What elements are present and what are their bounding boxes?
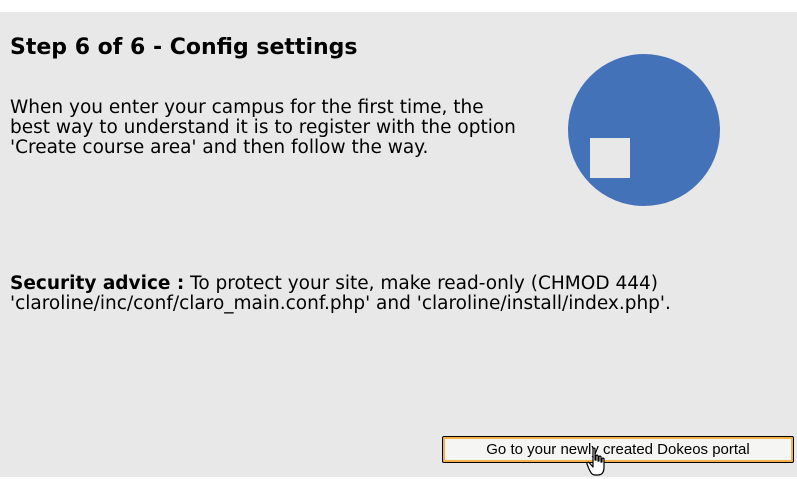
installer-panel: Step 6 of 6 - Config settings When you e…: [0, 12, 797, 477]
security-advice-label: Security advice :: [10, 273, 185, 294]
page-title: Step 6 of 6 - Config settings: [10, 35, 358, 60]
intro-text: When you enter your campus for the first…: [10, 97, 516, 158]
security-advice: Security advice : To protect your site, …: [10, 274, 785, 314]
logo-circle: [568, 54, 720, 206]
logo-square: [590, 138, 630, 178]
dokeos-logo-icon: [568, 54, 720, 206]
go-to-portal-button[interactable]: Go to your newly created Dokeos portal: [442, 436, 794, 463]
